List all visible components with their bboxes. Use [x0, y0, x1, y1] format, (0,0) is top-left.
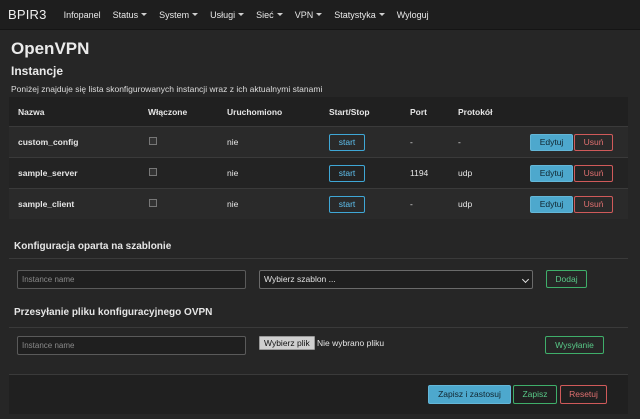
- caret-down-icon: [238, 13, 245, 16]
- save-apply-button[interactable]: Zapisz i zastosuj: [428, 385, 511, 404]
- protocol-value: udp: [458, 168, 473, 178]
- instance-name: sample_server: [18, 168, 78, 178]
- delete-button[interactable]: Usuń: [574, 133, 613, 151]
- action-bar: Zapisz i zastosuj Zapisz Resetuj: [9, 374, 628, 414]
- protocol-value: -: [458, 137, 461, 147]
- nav-network[interactable]: Sieć: [256, 10, 283, 20]
- nav-logout[interactable]: Wyloguj: [397, 10, 429, 20]
- start-button[interactable]: start: [329, 133, 365, 151]
- header-enabled: Włączone: [148, 106, 188, 117]
- enabled-checkbox-wrap: [148, 168, 157, 178]
- enabled-checkbox[interactable]: [149, 199, 157, 207]
- port-value: -: [410, 137, 413, 147]
- brand-logo[interactable]: BPIR3: [8, 7, 47, 22]
- table-header-row: Nazwa Włączone Uruchomiono Start/Stop Po…: [9, 97, 628, 126]
- port-value: -: [410, 199, 413, 209]
- instance-name: custom_config: [18, 137, 79, 147]
- nav-statistics[interactable]: Statystyka: [334, 10, 385, 20]
- table-row: custom_config nie start - - Edytuj Usuń: [9, 126, 628, 157]
- edit-button[interactable]: Edytuj: [530, 164, 573, 182]
- nav-vpn-label: VPN: [294, 9, 314, 20]
- template-select-value: Wybierz szablon ...: [264, 274, 336, 284]
- table-row: sample_client nie start - udp Edytuj Usu…: [9, 188, 628, 219]
- caret-down-icon: [192, 13, 199, 16]
- caret-down-icon: [378, 13, 385, 16]
- port-value: 1194: [410, 168, 429, 178]
- caret-down-icon: [316, 13, 323, 16]
- nav-system[interactable]: System: [159, 9, 199, 20]
- nav-statistics-label: Statystyka: [334, 9, 376, 20]
- add-button[interactable]: Dodaj: [546, 270, 587, 288]
- caret-down-icon: [141, 13, 148, 16]
- template-select[interactable]: Wybierz szablon ...: [259, 270, 533, 289]
- header-running: Uruchomiono: [227, 106, 283, 117]
- save-button[interactable]: Zapisz: [513, 385, 557, 404]
- nav-services-label: Usługi: [210, 9, 236, 20]
- reset-button[interactable]: Resetuj: [560, 385, 607, 404]
- nav-network-label: Sieć: [256, 9, 274, 20]
- header-startstop: Start/Stop: [329, 106, 370, 117]
- section-description: Poniżej znajduje się lista skonfigurowan…: [11, 84, 323, 94]
- running-status: nie: [227, 199, 239, 209]
- edit-button[interactable]: Edytuj: [530, 195, 573, 213]
- choose-file-button[interactable]: Wybierz plik: [259, 336, 315, 350]
- nav-logout-label: Wyloguj: [396, 9, 429, 20]
- file-status-label: Nie wybrano pliku: [317, 338, 385, 348]
- nav-infopanel-label: Infopanel: [63, 9, 101, 20]
- chevron-down-icon: [521, 275, 530, 284]
- upload-instance-name-input[interactable]: Instance name: [17, 336, 246, 355]
- enabled-checkbox[interactable]: [149, 137, 157, 145]
- nav-vpn[interactable]: VPN: [295, 10, 323, 20]
- divider: [9, 258, 628, 259]
- caret-down-icon: [276, 13, 283, 16]
- nav-status[interactable]: Status: [113, 10, 148, 20]
- page-title: OpenVPN: [11, 39, 90, 58]
- enabled-checkbox-wrap: [148, 199, 157, 209]
- nav-system-label: System: [159, 9, 190, 20]
- start-button[interactable]: start: [329, 164, 365, 182]
- delete-button[interactable]: Usuń: [574, 195, 613, 213]
- template-config-title: Konfiguracja oparta na szablonie: [14, 241, 172, 252]
- instance-name: sample_client: [18, 199, 75, 209]
- enabled-checkbox-wrap: [148, 137, 157, 147]
- nav-infopanel[interactable]: Infopanel: [64, 10, 101, 20]
- header-port: Port: [410, 106, 427, 117]
- delete-button[interactable]: Usuń: [574, 164, 613, 182]
- divider: [9, 327, 628, 328]
- running-status: nie: [227, 168, 239, 178]
- nav-services[interactable]: Usługi: [210, 9, 245, 20]
- section-title-instances: Instancje: [11, 64, 64, 78]
- instances-table: Nazwa Włączone Uruchomiono Start/Stop Po…: [9, 97, 628, 219]
- table-row: sample_server nie start 1194 udp Edytuj …: [9, 157, 628, 188]
- running-status: nie: [227, 137, 239, 147]
- header-name: Nazwa: [18, 106, 45, 117]
- nav-status-label: Status: [112, 9, 139, 20]
- start-button[interactable]: start: [329, 195, 365, 213]
- template-instance-name-input[interactable]: Instance name: [17, 270, 246, 289]
- upload-config-title: Przesyłanie pliku konfiguracyjnego OVPN: [14, 307, 213, 318]
- top-navbar: BPIR3 Infopanel Status System Usługi Sie…: [0, 0, 640, 30]
- edit-button[interactable]: Edytuj: [530, 133, 573, 151]
- protocol-value: udp: [458, 199, 473, 209]
- upload-button[interactable]: Wysyłanie: [545, 336, 604, 354]
- enabled-checkbox[interactable]: [149, 168, 157, 176]
- header-protocol: Protokół: [458, 106, 493, 117]
